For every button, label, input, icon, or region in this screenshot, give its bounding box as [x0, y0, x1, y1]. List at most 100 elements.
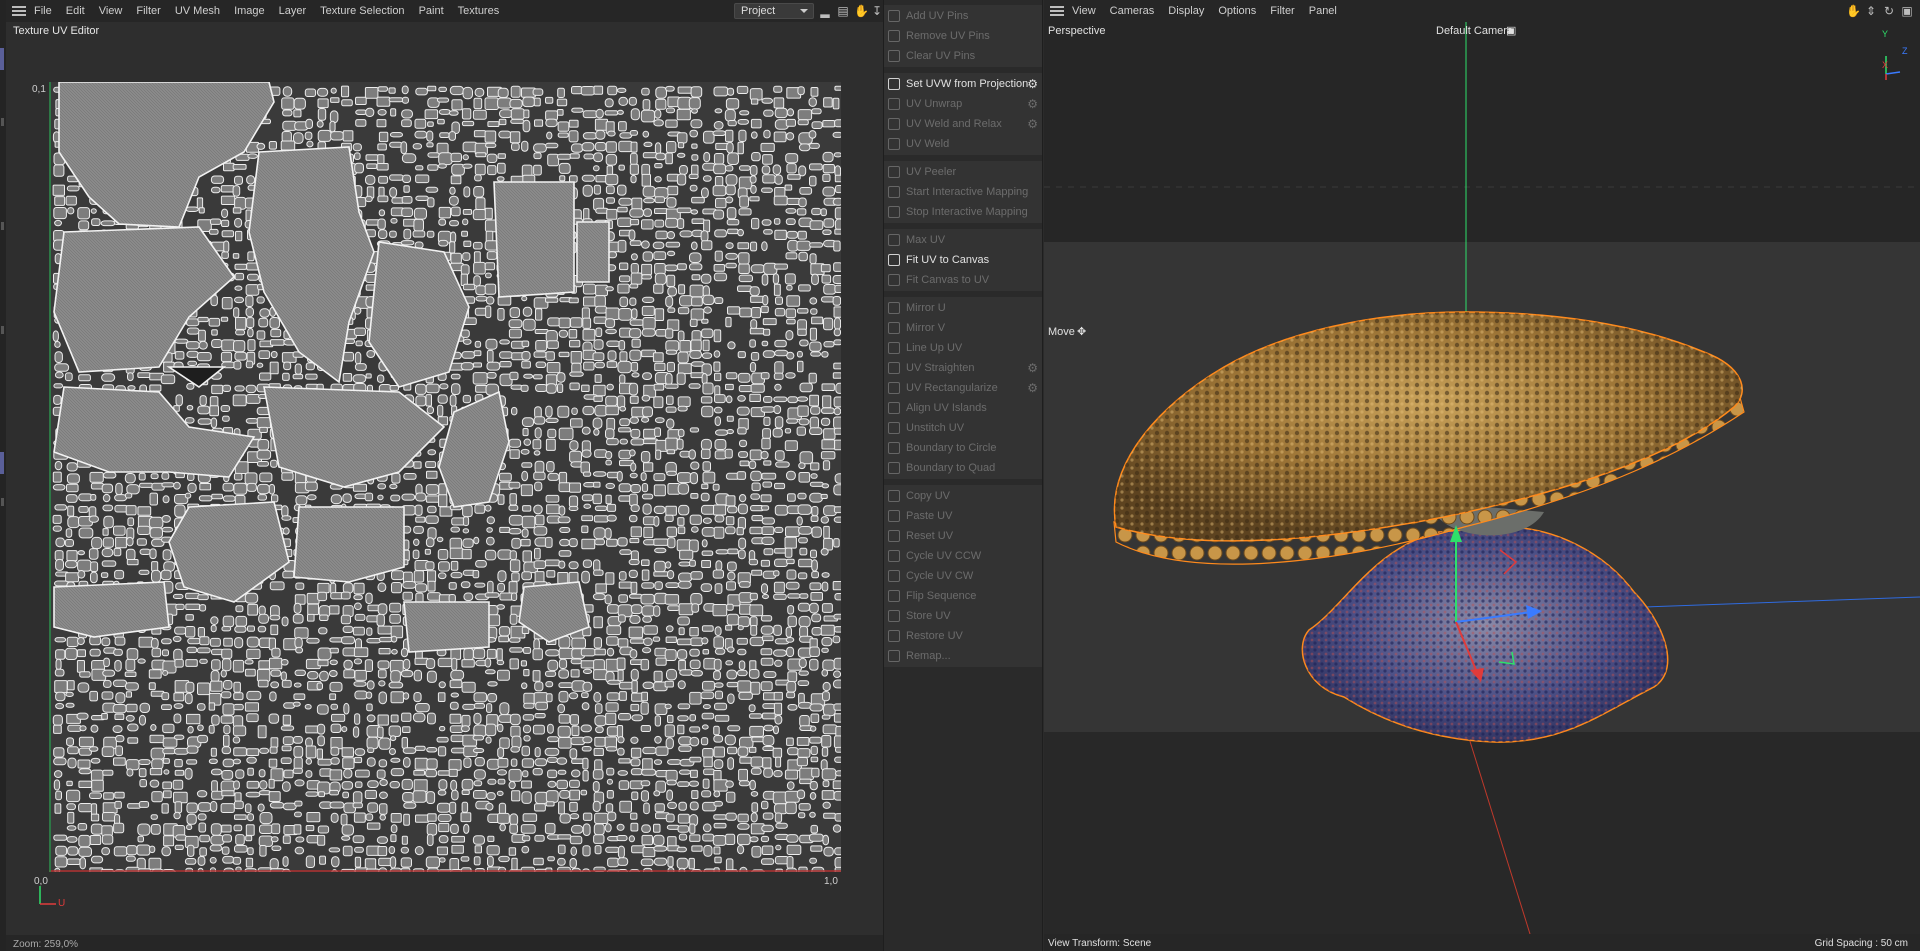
command-store-uv-button[interactable]: Store UV	[884, 606, 1042, 626]
uv-island-small	[641, 305, 655, 316]
menu-display[interactable]: Display	[1168, 5, 1204, 17]
mode-dropdown[interactable]: Project	[734, 3, 814, 19]
command-remove-uv-pins-button[interactable]: Remove UV Pins	[884, 26, 1042, 46]
menu-view[interactable]: View	[1072, 5, 1096, 17]
rotate-view-icon[interactable]: ↻	[1882, 4, 1896, 18]
uv-island-small	[244, 702, 259, 712]
gear-icon[interactable]: ⚙	[1027, 361, 1038, 375]
strip-marker[interactable]	[0, 48, 4, 70]
uv-island-small	[449, 220, 459, 227]
command-copy-uv-button[interactable]: Copy UV	[884, 486, 1042, 506]
command-stop-interactive-mapping-button[interactable]: Stop Interactive Mapping	[884, 202, 1042, 222]
uv-island-small	[388, 681, 404, 689]
viewport-scene[interactable]	[1044, 22, 1920, 935]
command-clear-uv-pins-button[interactable]: Clear UV Pins	[884, 46, 1042, 66]
uv-island-small	[414, 846, 424, 856]
uv-island-small	[269, 317, 280, 329]
gear-icon[interactable]: ⚙	[1027, 117, 1038, 131]
uv-island-small	[700, 583, 713, 593]
uv-island-small	[797, 86, 805, 96]
command-cycle-uv-ccw-button[interactable]: Cycle UV CCW	[884, 546, 1042, 566]
bar-chart-icon[interactable]: ▂	[818, 4, 832, 18]
uv-island-small	[796, 240, 811, 251]
uv-island-small	[546, 504, 560, 515]
uv-island-small	[629, 240, 642, 246]
menu-cameras[interactable]: Cameras	[1110, 5, 1155, 17]
menu-image[interactable]: Image	[234, 5, 265, 17]
command-uv-straighten-button[interactable]: UV Straighten ⚙	[884, 358, 1042, 378]
uv-island-small	[317, 108, 327, 121]
menu-filter[interactable]: Filter	[1270, 5, 1294, 17]
menu-layer[interactable]: Layer	[279, 5, 307, 17]
command-fit-canvas-to-uv-button[interactable]: Fit Canvas to UV	[884, 270, 1042, 290]
command-restore-uv-button[interactable]: Restore UV	[884, 626, 1042, 646]
hand-pan-icon[interactable]: ✋	[1846, 4, 1861, 18]
hamburger-menu-icon[interactable]	[1050, 6, 1064, 16]
camera-name[interactable]: Default Camera	[1436, 25, 1513, 37]
uv-island-small	[796, 516, 803, 526]
uv-island-small	[137, 823, 151, 836]
uv-island-small	[667, 537, 676, 549]
command-unstitch-uv-button[interactable]: Unstitch UV	[884, 418, 1042, 438]
uv-island-small	[712, 130, 726, 137]
uv-canvas[interactable]	[49, 82, 841, 872]
uv-island-small	[643, 438, 658, 445]
gear-icon[interactable]: ⚙	[1027, 77, 1038, 91]
uv-island-small	[833, 427, 841, 435]
menu-options[interactable]: Options	[1218, 5, 1256, 17]
uv-island-small	[55, 558, 64, 571]
menu-texture-selection[interactable]: Texture Selection	[320, 5, 404, 17]
gear-icon[interactable]: ⚙	[1027, 97, 1038, 111]
command-line-up-uv-button[interactable]: Line Up UV	[884, 338, 1042, 358]
command-boundary-to-circle-button[interactable]: Boundary to Circle	[884, 438, 1042, 458]
uv-island-small	[90, 813, 100, 822]
uv-island-small	[304, 481, 318, 492]
uv-island-small	[496, 604, 505, 610]
hamburger-menu-icon[interactable]	[12, 6, 26, 16]
menu-panel[interactable]: Panel	[1309, 5, 1337, 17]
command-max-uv-button[interactable]: Max UV	[884, 230, 1042, 250]
command-uv-rectangularize-button[interactable]: UV Rectangularize ⚙	[884, 378, 1042, 398]
command-align-uv-islands-button[interactable]: Align UV Islands	[884, 398, 1042, 418]
menu-file[interactable]: File	[34, 5, 52, 17]
maximize-icon[interactable]: ▣	[1900, 4, 1914, 18]
command-reset-uv-button[interactable]: Reset UV	[884, 526, 1042, 546]
command-fit-uv-to-canvas-button[interactable]: Fit UV to Canvas	[884, 250, 1042, 270]
arrow-down-icon[interactable]: ↧	[870, 4, 884, 18]
command-paste-uv-button[interactable]: Paste UV	[884, 506, 1042, 526]
command-uv-weld-button[interactable]: UV Weld	[884, 134, 1042, 154]
command-uv-weld-and-relax-button[interactable]: UV Weld and Relax ⚙	[884, 114, 1042, 134]
command-start-interactive-mapping-button[interactable]: Start Interactive Mapping	[884, 182, 1042, 202]
uv-island-small	[558, 162, 571, 174]
command-uv-peeler-button[interactable]: UV Peeler	[884, 162, 1042, 182]
command-mirror-v-button[interactable]: Mirror V	[884, 318, 1042, 338]
3d-viewport[interactable]: View Cameras Display Options Filter Pane…	[1044, 0, 1920, 951]
uv-island-small	[820, 451, 836, 460]
menu-filter[interactable]: Filter	[136, 5, 160, 17]
uv-island-small	[499, 351, 513, 359]
command-mirror-u-button[interactable]: Mirror U	[884, 298, 1042, 318]
command-cycle-uv-cw-button[interactable]: Cycle UV CW	[884, 566, 1042, 586]
menu-view[interactable]: View	[99, 5, 123, 17]
gear-icon[interactable]: ⚙	[1027, 381, 1038, 395]
move-view-icon[interactable]: ⇕	[1864, 4, 1878, 18]
uv-island-small	[341, 636, 355, 645]
menu-textures[interactable]: Textures	[458, 5, 500, 17]
uv-island-small	[388, 87, 396, 94]
hand-pan-icon[interactable]: ✋	[854, 4, 869, 18]
uv-island-small	[366, 714, 376, 723]
command-set-uvw-from-projection-button[interactable]: Set UVW from Projection ⚙	[884, 74, 1042, 94]
menu-uv-mesh[interactable]: UV Mesh	[175, 5, 220, 17]
menu-edit[interactable]: Edit	[66, 5, 85, 17]
command-add-uv-pins-button[interactable]: Add UV Pins	[884, 6, 1042, 26]
command-flip-sequence-button[interactable]: Flip Sequence	[884, 586, 1042, 606]
menu-paint[interactable]: Paint	[419, 5, 444, 17]
command-uv-unwrap-button[interactable]: UV Unwrap ⚙	[884, 94, 1042, 114]
uv-island-small	[232, 659, 245, 673]
lock-icon[interactable]: ▤	[836, 4, 850, 18]
camera-link-icon[interactable]: ▣	[1506, 24, 1516, 37]
strip-marker[interactable]	[0, 452, 4, 474]
uv-island-small	[629, 130, 639, 136]
command-boundary-to-quad-button[interactable]: Boundary to Quad	[884, 458, 1042, 478]
command-remap-button[interactable]: Remap...	[884, 646, 1042, 666]
